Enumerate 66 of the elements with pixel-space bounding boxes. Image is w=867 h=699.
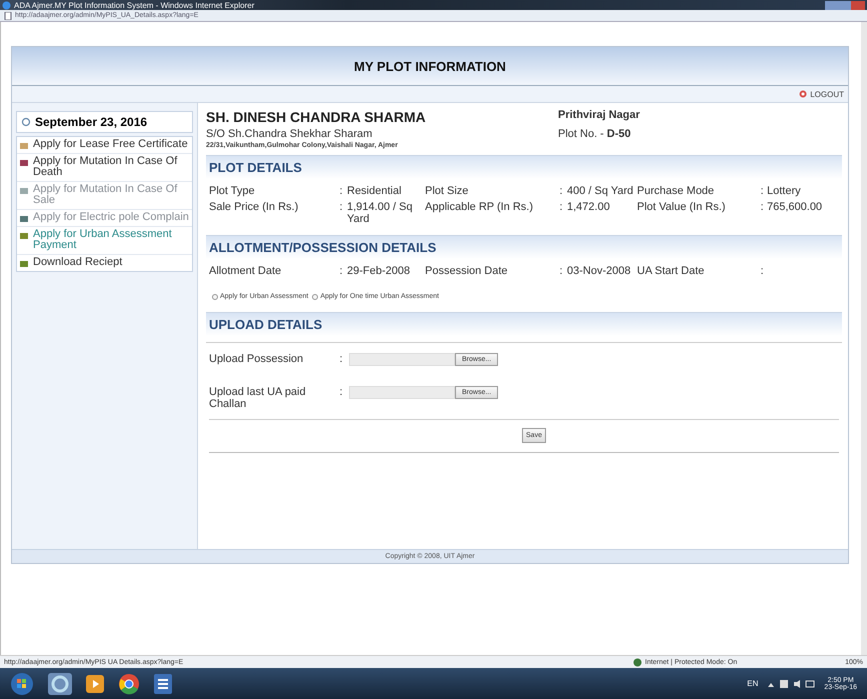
field-value: 765,600.00 bbox=[767, 201, 824, 215]
field-value: 29-Feb-2008 bbox=[347, 265, 411, 277]
field-label: UA Start Date bbox=[637, 265, 706, 277]
sidebar-item[interactable]: Apply for Mutation In Case Of Death bbox=[17, 154, 192, 182]
colon-text: : bbox=[759, 185, 765, 197]
relation-text: S/O Sh.Chandra Shekhar Sharam bbox=[206, 128, 374, 140]
document-icon bbox=[154, 674, 172, 694]
field-value: 1,914.00 / Sq Yard bbox=[347, 201, 414, 225]
colon-text: : bbox=[338, 265, 344, 277]
sidebar-item[interactable]: Apply for Urban Assessment Payment bbox=[17, 227, 192, 255]
field-value: Residential bbox=[347, 185, 402, 197]
window-title: ADA Ajmer.MY Plot Information System - Windows Internet Explorer bbox=[14, 0, 256, 10]
plot-number: Plot No. - D-50 bbox=[558, 128, 632, 140]
date-text: September 23, 2016 bbox=[35, 115, 148, 129]
colon-text: : bbox=[338, 353, 344, 365]
section-heading: UPLOAD DETAILS bbox=[206, 312, 842, 336]
radio-button[interactable] bbox=[212, 294, 218, 300]
colon-text: : bbox=[338, 201, 344, 215]
browser-icon bbox=[2, 0, 11, 10]
colon-text: : bbox=[558, 265, 564, 277]
section-heading: ALLOTMENT/POSSESSION DETAILS bbox=[206, 235, 842, 259]
field-label: Plot Size bbox=[425, 185, 470, 197]
colon-text: : bbox=[759, 201, 765, 215]
radio-button[interactable] bbox=[312, 294, 318, 300]
area-name: Prithviraj Nagar bbox=[558, 109, 640, 121]
start-orb-icon bbox=[10, 672, 34, 696]
field-label: Purchase Mode bbox=[637, 185, 716, 197]
field-label: Sale Price (In Rs.) bbox=[209, 201, 300, 215]
field-label: Allotment Date bbox=[209, 265, 282, 277]
menu-item-icon bbox=[20, 187, 28, 195]
colon-text: : bbox=[759, 265, 765, 277]
menu-item-icon bbox=[20, 215, 28, 223]
chrome-icon bbox=[118, 672, 140, 694]
menu-item-icon bbox=[20, 159, 28, 167]
field-value: Lottery bbox=[767, 185, 802, 197]
browser-icon bbox=[48, 672, 72, 694]
language-indicator[interactable]: EN bbox=[747, 679, 758, 688]
file-path-field[interactable] bbox=[349, 386, 455, 399]
power-icon bbox=[799, 90, 808, 98]
field-label: Upload Possession bbox=[209, 353, 304, 365]
field-label: Plot Type bbox=[209, 185, 256, 197]
colon-text: : bbox=[338, 185, 344, 197]
logout-link[interactable]: LOGOUT bbox=[799, 88, 844, 100]
colon-text: : bbox=[338, 386, 344, 398]
section-heading: PLOT DETAILS bbox=[206, 155, 842, 179]
field-value: 03-Nov-2008 bbox=[567, 265, 632, 277]
field-label: Possession Date bbox=[425, 265, 509, 277]
field-label: Upload last UA paid Challan bbox=[209, 386, 307, 410]
page-title: MY PLOT INFORMATION bbox=[354, 58, 506, 74]
menu-item-icon bbox=[20, 142, 28, 150]
sidebar-item[interactable]: Download Reciept bbox=[17, 255, 192, 271]
field-value: 400 / Sq Yard bbox=[567, 185, 634, 197]
colon-text: : bbox=[558, 185, 564, 197]
field-value: 1,472.00 bbox=[567, 201, 611, 215]
owner-name: SH. DINESH CHANDRA SHARMA bbox=[206, 109, 427, 125]
menu-item-icon bbox=[20, 260, 28, 268]
file-path-field[interactable] bbox=[349, 353, 455, 366]
tray-icons bbox=[766, 678, 816, 688]
colon-text: : bbox=[558, 201, 564, 215]
menu-item-icon bbox=[20, 232, 28, 240]
globe-icon bbox=[633, 658, 642, 666]
window-controls-icon bbox=[825, 0, 865, 10]
field-label: Applicable RP (In Rs.) bbox=[425, 201, 534, 215]
media-player-icon bbox=[86, 674, 104, 692]
sidebar-item[interactable]: Apply for Lease Free Certificate bbox=[17, 137, 192, 154]
field-label: Plot Value (In Rs.) bbox=[637, 201, 726, 215]
